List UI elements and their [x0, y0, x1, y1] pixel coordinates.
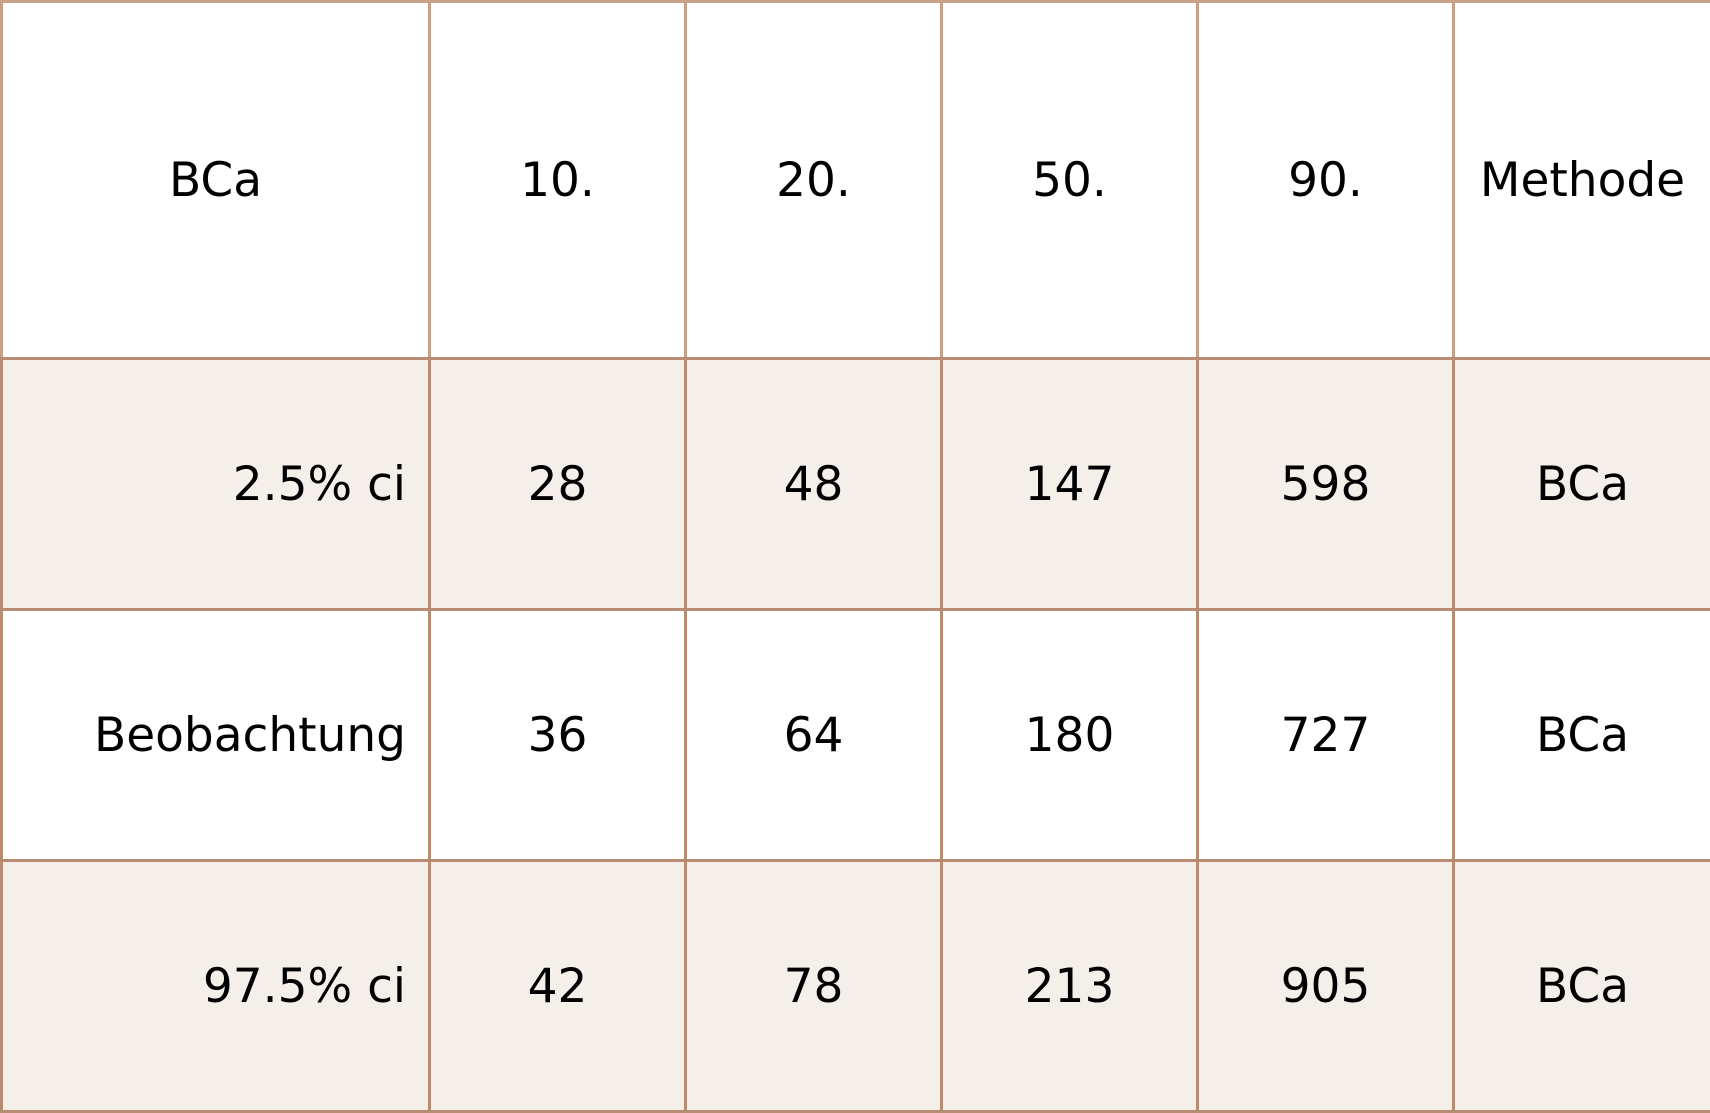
table-cell: 147: [942, 359, 1198, 610]
table-cell: 180: [942, 610, 1198, 861]
column-header: 50.: [942, 2, 1198, 359]
table-cell: BCa: [1454, 861, 1710, 1112]
row-label: 2.5% ci: [2, 359, 430, 610]
table-cell: 727: [1198, 610, 1454, 861]
column-header: 10.: [430, 2, 686, 359]
header-row: BCa 10. 20. 50. 90. Methode: [2, 2, 1710, 359]
table-cell: BCa: [1454, 610, 1710, 861]
table-cell: 64: [686, 610, 942, 861]
table-row: 97.5% ci 42 78 213 905 BCa: [2, 861, 1710, 1112]
table-cell: 78: [686, 861, 942, 1112]
column-header: 90.: [1198, 2, 1454, 359]
corner-header-cell: BCa: [2, 2, 430, 359]
table-body: 2.5% ci 28 48 147 598 BCa Beobachtung 36…: [2, 359, 1710, 1112]
row-label: Beobachtung: [2, 610, 430, 861]
column-header: 20.: [686, 2, 942, 359]
table-cell: 36: [430, 610, 686, 861]
column-header: Methode: [1454, 2, 1710, 359]
table-header: BCa 10. 20. 50. 90. Methode: [2, 2, 1710, 359]
table-cell: 42: [430, 861, 686, 1112]
data-table: BCa 10. 20. 50. 90. Methode 2.5% ci 28 4…: [0, 0, 1710, 1113]
table-cell: BCa: [1454, 359, 1710, 610]
table-cell: 28: [430, 359, 686, 610]
table-row: 2.5% ci 28 48 147 598 BCa: [2, 359, 1710, 610]
table-cell: 598: [1198, 359, 1454, 610]
row-label: 97.5% ci: [2, 861, 430, 1112]
table-cell: 905: [1198, 861, 1454, 1112]
table-cell: 213: [942, 861, 1198, 1112]
table-cell: 48: [686, 359, 942, 610]
table-row: Beobachtung 36 64 180 727 BCa: [2, 610, 1710, 861]
